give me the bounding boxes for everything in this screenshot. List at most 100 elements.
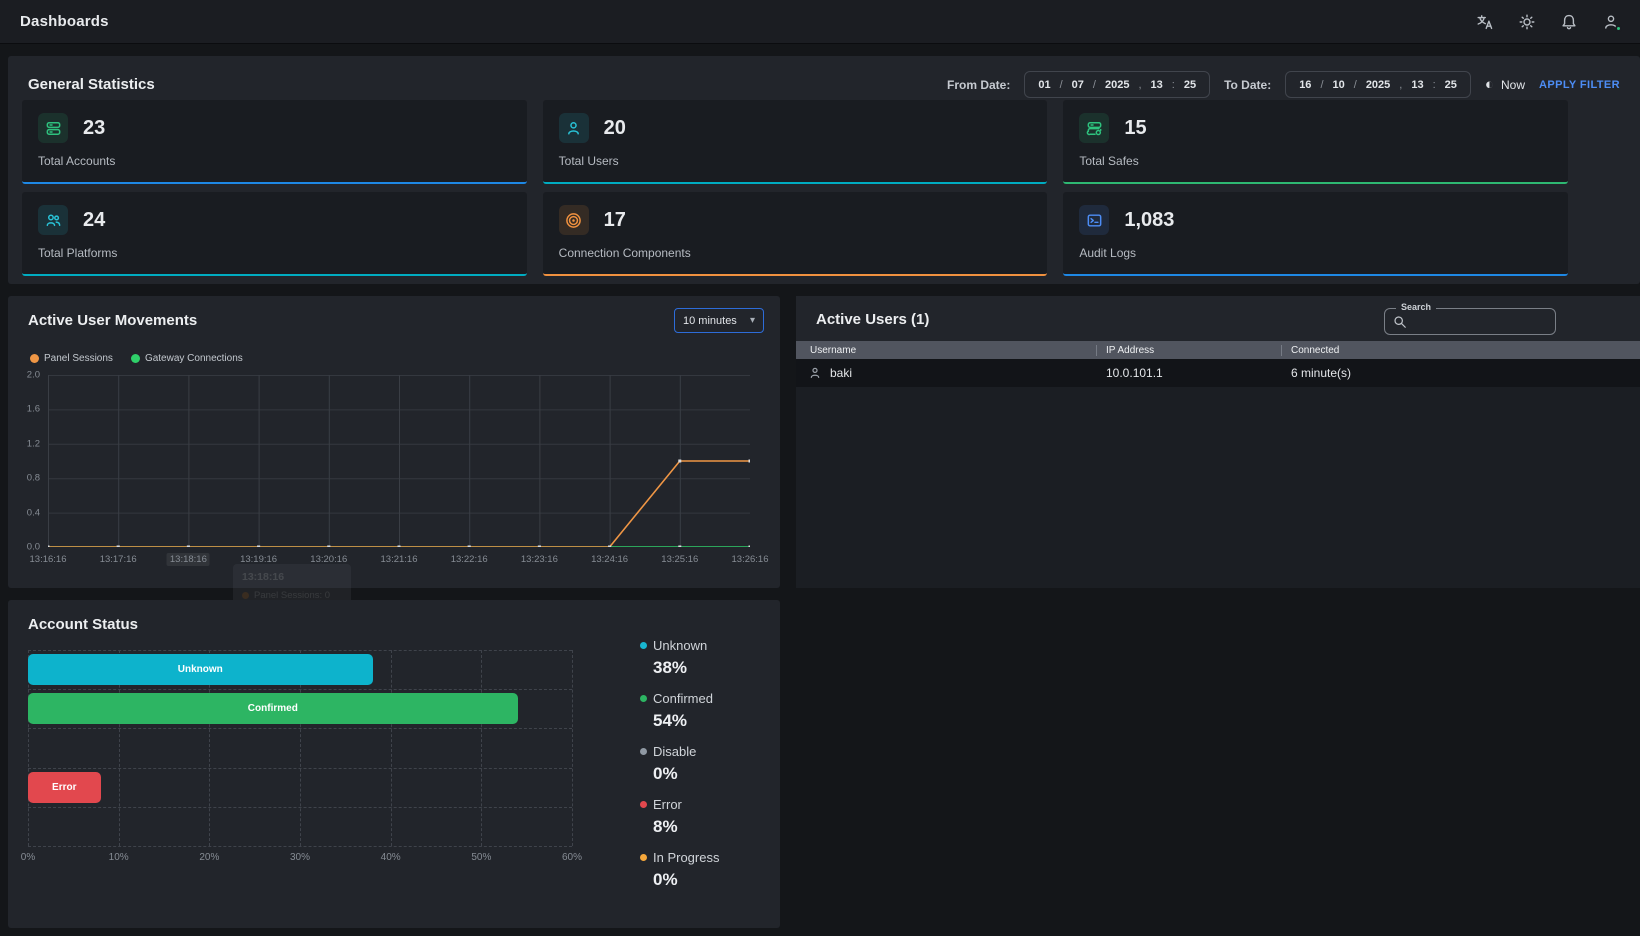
line-chart-canvas: 13:18:16 Panel Sessions: 0 Gateway Conne… [48,375,750,547]
from-month[interactable]: 07 [1072,79,1084,91]
x-axis-tick: 13:19:16 [237,553,280,566]
active-users-table-header: Username IP Address Connected [796,341,1640,359]
legend-gateway-connections: Gateway Connections [131,353,243,364]
search-input[interactable] [1413,310,1551,333]
legend-entry-in-progress: In Progress 0% [640,850,770,890]
gridline [572,650,573,846]
apply-filter-button[interactable]: APPLY FILTER [1539,79,1620,91]
search-field[interactable]: Search [1384,308,1556,335]
x-axis-tick: 60% [562,852,582,863]
account-status-legend: Unknown 38% Confirmed 54% Disable 0% Err… [640,638,770,903]
active-user-movements-panel: Active User Movements 10 minutes ▾ Panel… [8,296,780,588]
gridline [28,846,572,847]
column-username: Username [796,345,1096,356]
status-bar: Unknown [28,654,373,685]
y-axis-tick: 0.8 [27,473,40,484]
stat-label: Total Accounts [38,154,511,168]
stat-value: 1,083 [1124,209,1174,232]
x-axis-tick: 13:21:16 [378,553,421,566]
cell-ip-address: 10.0.101.1 [1096,366,1281,380]
bar-row-unknown: Unknown [28,650,572,689]
x-axis-tick: 13:25:16 [658,553,701,566]
y-axis-tick: 0.0 [27,542,40,553]
user-row-icon [808,366,822,380]
x-axis-tick: 13:22:16 [448,553,491,566]
status-bar: Confirmed [28,693,518,724]
active-users-title: Active Users (1) [816,311,929,328]
stat-card-audit-logs: 1,083 Audit Logs [1063,192,1568,276]
x-axis-tick: 13:17:16 [97,553,140,566]
stat-card-connection-components: 17 Connection Components [543,192,1048,276]
search-icon [1393,315,1407,329]
stat-value: 20 [604,117,626,140]
bar-row-in-progress [28,807,572,846]
stat-card-total-accounts: 23 Total Accounts [22,100,527,184]
line-chart-x-axis: 13:16:1613:17:1613:18:1613:19:1613:20:16… [48,553,750,567]
chevron-down-icon: ▾ [750,315,755,326]
to-minute[interactable]: 25 [1445,79,1457,91]
x-axis-tick: 13:26:16 [729,553,772,566]
to-date-input[interactable]: 16/ 10/ 2025, 13: 25 [1285,71,1471,98]
dashboard-page: Dashboards General Statistics From Date: [0,0,1640,936]
from-date-label: From Date: [947,78,1010,92]
table-row[interactable]: baki 10.0.101.1 6 minute(s) [796,359,1640,387]
stat-value: 24 [83,209,105,232]
y-axis-tick: 2.0 [27,370,40,381]
active-users-header: Active Users (1) Search [796,296,1640,341]
safes-icon [1079,113,1109,143]
to-hour[interactable]: 13 [1411,79,1423,91]
to-year[interactable]: 2025 [1366,79,1390,91]
to-day[interactable]: 16 [1299,79,1311,91]
x-axis-tick: 30% [290,852,310,863]
from-date-input[interactable]: 01/ 07/ 2025, 13: 25 [1024,71,1210,98]
stat-label: Total Safes [1079,154,1552,168]
now-label: Now [1501,78,1525,92]
from-hour[interactable]: 13 [1151,79,1163,91]
general-statistics-title: General Statistics [28,76,155,93]
from-day[interactable]: 01 [1038,79,1050,91]
page-title: Dashboards [20,13,109,30]
account-icon[interactable] [1602,13,1620,31]
stat-card-total-users: 20 Total Users [543,100,1048,184]
stat-label: Audit Logs [1079,246,1552,260]
stat-label: Total Platforms [38,246,511,260]
translate-icon[interactable] [1476,13,1494,31]
x-axis-tick: 13:24:16 [588,553,631,566]
stat-cards: 23 Total Accounts 20 Total Users [22,100,1568,276]
notifications-icon[interactable] [1560,13,1578,31]
now-toggle[interactable]: ◐ Now [1485,77,1525,92]
general-statistics-panel: General Statistics From Date: 01/ 07/ 20… [8,56,1640,284]
date-filter-bar: From Date: 01/ 07/ 2025, 13: 25 To Date:… [947,71,1620,98]
x-axis-tick: 13:20:16 [307,553,350,566]
stat-value: 15 [1124,117,1146,140]
time-range-select[interactable]: 10 minutes ▾ [674,308,764,333]
x-axis-tick: 20% [199,852,219,863]
cell-connected: 6 minute(s) [1281,366,1640,380]
now-toggle-icon: ◐ [1485,77,1494,92]
gateway-connections-dot [131,354,140,363]
active-users-panel: Active Users (1) Search Username IP Addr… [796,296,1640,588]
account-status-title: Account Status [28,616,138,633]
y-axis-tick: 1.6 [27,404,40,415]
status-bar: Error [28,772,101,803]
connection-icon [559,205,589,235]
legend-entry-unknown: Unknown 38% [640,638,770,678]
bar-row-disable [28,728,572,767]
from-year[interactable]: 2025 [1105,79,1129,91]
line-chart-y-axis: 2.01.61.20.80.40.0 [12,375,44,547]
bar-row-error: Error [28,768,572,807]
brightness-icon[interactable] [1518,13,1536,31]
stat-card-total-platforms: 24 Total Platforms [22,192,527,276]
stat-card-total-safes: 15 Total Safes [1063,100,1568,184]
stat-value: 17 [604,209,626,232]
legend-entry-disable: Disable 0% [640,744,770,784]
x-axis-tick: 10% [109,852,129,863]
from-minute[interactable]: 25 [1184,79,1196,91]
stat-label: Total Users [559,154,1032,168]
x-axis-tick: 50% [471,852,491,863]
accounts-icon [38,113,68,143]
stat-value: 23 [83,117,105,140]
topbar-actions [1476,13,1620,31]
to-month[interactable]: 10 [1333,79,1345,91]
y-axis-tick: 1.2 [27,438,40,449]
